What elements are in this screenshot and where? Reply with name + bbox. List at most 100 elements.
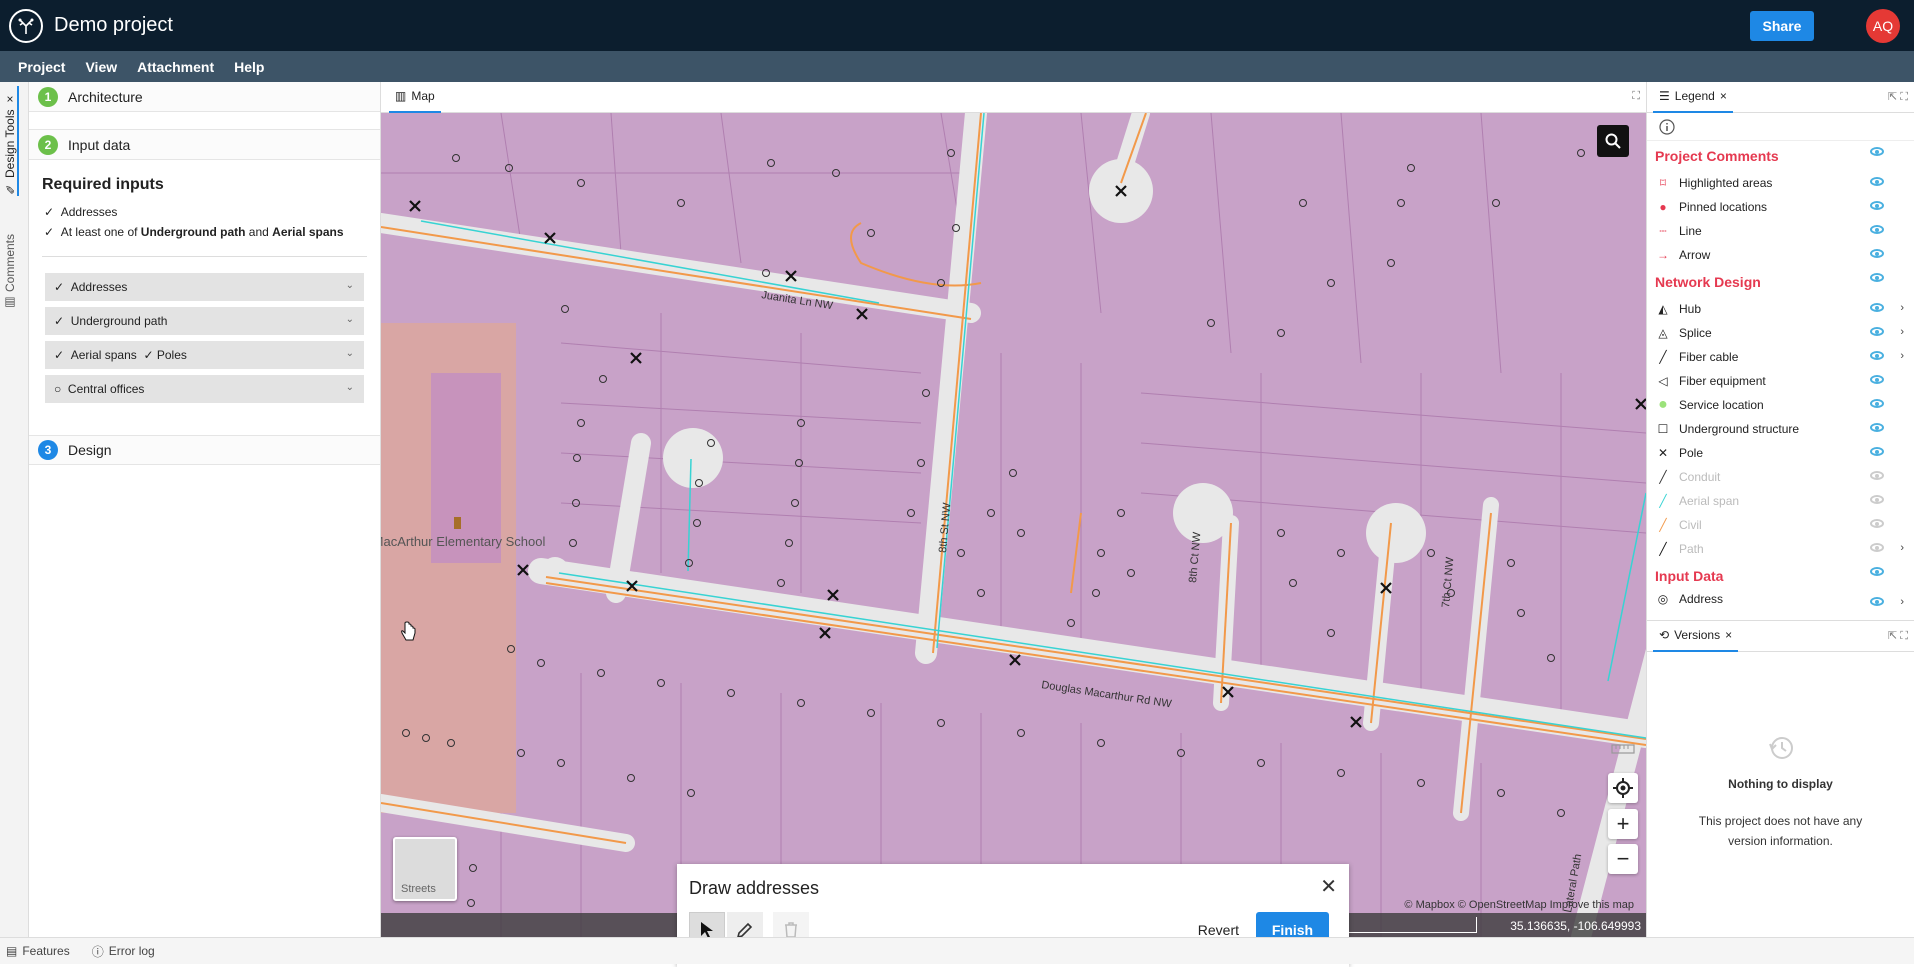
features-button[interactable]: ▤ Features [6, 944, 70, 958]
tab-comments[interactable]: ▤ Comments [3, 220, 17, 310]
visibility-eye-off-icon[interactable] [1870, 519, 1884, 528]
step-label: Input data [68, 136, 131, 153]
visibility-eye-off-icon[interactable] [1870, 471, 1884, 480]
conduit-icon: ╱ [1659, 470, 1667, 484]
close-icon[interactable]: × [1725, 628, 1732, 642]
service-location-icon: ● [1658, 396, 1668, 413]
comment-icon: ▤ [3, 296, 17, 310]
visibility-eye-icon[interactable] [1870, 567, 1884, 576]
step-architecture[interactable]: 1 Architecture [29, 82, 380, 112]
legend-item[interactable]: ╱ Conduit [1647, 465, 1914, 489]
visibility-eye-icon[interactable] [1870, 447, 1884, 456]
legend-item[interactable]: ◭ Hub › [1647, 297, 1914, 321]
legend-item[interactable]: ╱ Path › [1647, 537, 1914, 561]
legend-item[interactable]: ● Service location [1647, 393, 1914, 417]
visibility-eye-icon[interactable] [1870, 597, 1884, 606]
menu-view[interactable]: View [85, 59, 117, 75]
basemap-toggle[interactable]: Streets [393, 837, 457, 901]
tab-map[interactable]: ▥ Map [389, 82, 441, 113]
menu-attachment[interactable]: Attachment [137, 59, 214, 75]
visibility-eye-icon[interactable] [1870, 303, 1884, 312]
hub-icon: ◭ [1658, 302, 1668, 316]
legend-item[interactable]: ⌑ Highlighted areas [1647, 171, 1914, 195]
chevron-right-icon[interactable]: › [1900, 596, 1904, 607]
menu-project[interactable]: Project [18, 59, 65, 75]
chevron-right-icon[interactable]: › [1900, 326, 1904, 338]
map-tab-bar: ▥ Map ⛶ [381, 82, 1646, 113]
popout-icon[interactable]: ⇱ ⛶ [1888, 90, 1908, 104]
list-icon: ☰ [1659, 89, 1670, 103]
legend-item[interactable]: ◎ Address › [1647, 591, 1914, 607]
legend-section-project-comments: Project Comments [1647, 141, 1914, 171]
error-log-button[interactable]: ⓘ Error log [92, 943, 155, 960]
draw-panel-title: Draw addresses [689, 878, 820, 898]
visibility-eye-icon[interactable] [1870, 147, 1884, 156]
chevron-down-icon: ⌄ [345, 382, 354, 393]
info-icon[interactable] [1647, 113, 1914, 141]
legend-section-title: Input Data [1655, 568, 1724, 584]
zoom-in-button[interactable]: + [1608, 809, 1638, 839]
visibility-eye-icon[interactable] [1870, 273, 1884, 282]
error-log-label: Error log [108, 944, 155, 958]
maximize-icon[interactable]: ⛶ [1632, 90, 1640, 103]
revert-button[interactable]: Revert [1198, 922, 1239, 938]
share-button[interactable]: Share [1750, 11, 1814, 41]
legend-item[interactable]: ● Pinned locations [1647, 195, 1914, 219]
visibility-eye-icon[interactable] [1870, 201, 1884, 210]
visibility-eye-off-icon[interactable] [1870, 543, 1884, 552]
legend-item-label: Underground structure [1679, 422, 1800, 436]
visibility-eye-icon[interactable] [1870, 351, 1884, 360]
legend-item[interactable]: ◁ Fiber equipment [1647, 369, 1914, 393]
input-central-offices[interactable]: ○ Central offices ⌄ [45, 375, 364, 403]
visibility-eye-icon[interactable] [1870, 375, 1884, 384]
input-label: Addresses [70, 280, 128, 294]
tab-design-tools[interactable]: ✎ Design Tools × [3, 86, 19, 196]
legend-item[interactable]: ╱ Fiber cable › [1647, 345, 1914, 369]
side-tabs: ✎ Design Tools × ▤ Comments [0, 82, 29, 937]
tab-versions[interactable]: ⟲ Versions × [1653, 621, 1739, 652]
legend-item[interactable]: ◬ Splice › [1647, 321, 1914, 345]
legend-item[interactable]: → Arrow [1647, 243, 1914, 267]
chevron-right-icon[interactable]: › [1900, 542, 1904, 554]
popout-icon[interactable]: ⇱ ⛶ [1888, 629, 1908, 643]
zoom-out-button[interactable]: − [1608, 844, 1638, 874]
visibility-eye-icon[interactable] [1870, 327, 1884, 336]
legend-item[interactable]: ╱ Civil [1647, 513, 1914, 537]
visibility-eye-icon[interactable] [1870, 399, 1884, 408]
input-label: Poles [156, 348, 187, 362]
input-aerial-spans[interactable]: ✓ Aerial spans ✓ Poles ⌄ [45, 341, 364, 369]
tab-legend[interactable]: ☰ Legend × [1653, 82, 1733, 113]
locate-button[interactable] [1608, 773, 1638, 803]
menu-help[interactable]: Help [234, 59, 264, 75]
close-icon[interactable]: × [1720, 89, 1727, 103]
input-underground-path[interactable]: ✓ Underground path ⌄ [45, 307, 364, 335]
visibility-eye-icon[interactable] [1870, 423, 1884, 432]
map-search-button[interactable] [1597, 125, 1629, 157]
chevron-right-icon[interactable]: › [1900, 302, 1904, 314]
input-addresses[interactable]: ✓ Addresses ⌄ [45, 273, 364, 301]
visibility-eye-off-icon[interactable] [1870, 495, 1884, 504]
map-panel: ▥ Map ⛶ Juanita Ln NW 8th St NW Douglas … [381, 82, 1646, 967]
close-icon[interactable]: ✕ [1320, 874, 1337, 899]
fiber-cable-icon: ╱ [1659, 350, 1667, 364]
top-bar: Demo project Share AQ [0, 0, 1914, 51]
step-input-data[interactable]: 2 Input data [29, 130, 380, 160]
close-icon[interactable]: × [3, 92, 17, 106]
visibility-eye-icon[interactable] [1870, 177, 1884, 186]
user-avatar[interactable]: AQ [1866, 9, 1900, 43]
legend-item[interactable]: ☐ Underground structure [1647, 417, 1914, 441]
app-logo-icon[interactable] [9, 8, 43, 43]
legend-item[interactable]: ╱ Aerial span [1647, 489, 1914, 513]
ruler-icon[interactable] [1608, 739, 1638, 759]
map-attribution[interactable]: © Mapbox © OpenStreetMap Improve this ma… [1404, 899, 1634, 911]
legend-item-label: Fiber equipment [1679, 374, 1766, 388]
step-number: 2 [38, 134, 58, 155]
chevron-right-icon[interactable]: › [1900, 350, 1904, 362]
legend-item[interactable]: ✕ Pole [1647, 441, 1914, 465]
legend-item[interactable]: ┄ Line [1647, 219, 1914, 243]
visibility-eye-icon[interactable] [1870, 225, 1884, 234]
arrow-icon: → [1657, 248, 1669, 262]
visibility-eye-icon[interactable] [1870, 249, 1884, 258]
step-design[interactable]: 3 Design [29, 435, 380, 465]
map-canvas[interactable]: Juanita Ln NW 8th St NW Douglas Macarthu… [381, 113, 1646, 937]
